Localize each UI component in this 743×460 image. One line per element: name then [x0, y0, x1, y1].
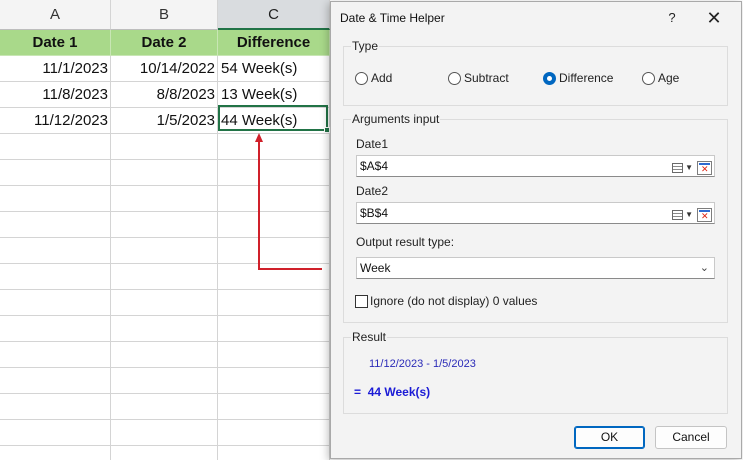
annotation-arrow: [255, 133, 322, 270]
checkbox-icon[interactable]: [355, 294, 368, 308]
radio-age-label: Age: [658, 71, 680, 85]
result-value: = 44 Week(s): [354, 385, 430, 399]
radio-difference[interactable]: Difference: [543, 71, 613, 85]
radio-button-icon[interactable]: [642, 71, 655, 85]
radio-add-label: Add: [371, 71, 393, 85]
date-time-helper-dialog: Date & Time Helper ? ✕ Type Add Subtract…: [330, 1, 742, 459]
ignore-zero-checkbox[interactable]: Ignore (do not display) 0 values: [355, 294, 537, 308]
help-button[interactable]: ?: [664, 8, 680, 28]
type-group: Type Add Subtract Difference Age: [343, 39, 728, 106]
date1-value: $A$4: [360, 159, 389, 173]
result-range-text: 11/12/2023 - 1/5/2023: [369, 358, 476, 370]
radio-add[interactable]: Add: [355, 71, 392, 85]
close-icon[interactable]: ✕: [703, 7, 725, 29]
chevron-down-icon[interactable]: ▼: [685, 205, 693, 225]
dialog-titlebar[interactable]: Date & Time Helper ? ✕: [331, 2, 741, 34]
date1-input[interactable]: $A$4 ▼: [356, 155, 715, 177]
date-picker-icon[interactable]: [672, 210, 684, 220]
result-equals: =: [354, 385, 362, 399]
cancel-button[interactable]: Cancel: [655, 426, 727, 449]
radio-difference-label: Difference: [559, 71, 614, 85]
result-group-label: Result: [351, 330, 388, 344]
chevron-down-icon[interactable]: ▼: [685, 158, 693, 178]
output-type-label: Output result type:: [356, 235, 455, 249]
date2-value: $B$4: [360, 206, 389, 220]
result-value-text: 44 Week(s): [367, 385, 431, 399]
date2-input[interactable]: $B$4 ▼: [356, 202, 715, 224]
chevron-down-icon: ⌄: [699, 262, 709, 274]
radio-button-icon[interactable]: [355, 71, 368, 85]
ignore-zero-label: Ignore (do not display) 0 values: [370, 294, 538, 308]
date-picker-icon[interactable]: [672, 163, 684, 173]
output-type-select[interactable]: Week ⌄: [356, 257, 715, 279]
select-range-icon[interactable]: [697, 208, 712, 222]
arguments-group-label: Arguments input: [351, 112, 441, 126]
radio-subtract[interactable]: Subtract: [448, 71, 509, 85]
date1-label: Date1: [356, 137, 389, 151]
radio-age[interactable]: Age: [642, 71, 679, 85]
type-group-label: Type: [351, 39, 380, 53]
dialog-title: Date & Time Helper: [340, 11, 445, 25]
radio-subtract-label: Subtract: [464, 71, 509, 85]
radio-button-selected-icon[interactable]: [543, 71, 556, 85]
result-group: Result 11/12/2023 - 1/5/2023 = 44 Week(s…: [343, 330, 728, 414]
date1-range-tools: ▼: [672, 158, 712, 178]
radio-button-icon[interactable]: [448, 71, 461, 85]
arguments-group: Arguments input Date1 $A$4 ▼ Date2 $B$4 …: [343, 112, 728, 323]
date2-label: Date2: [356, 184, 389, 198]
ok-button[interactable]: OK: [574, 426, 645, 449]
output-type-value: Week: [360, 261, 391, 275]
select-range-icon[interactable]: [697, 161, 712, 175]
date2-range-tools: ▼: [672, 205, 712, 225]
